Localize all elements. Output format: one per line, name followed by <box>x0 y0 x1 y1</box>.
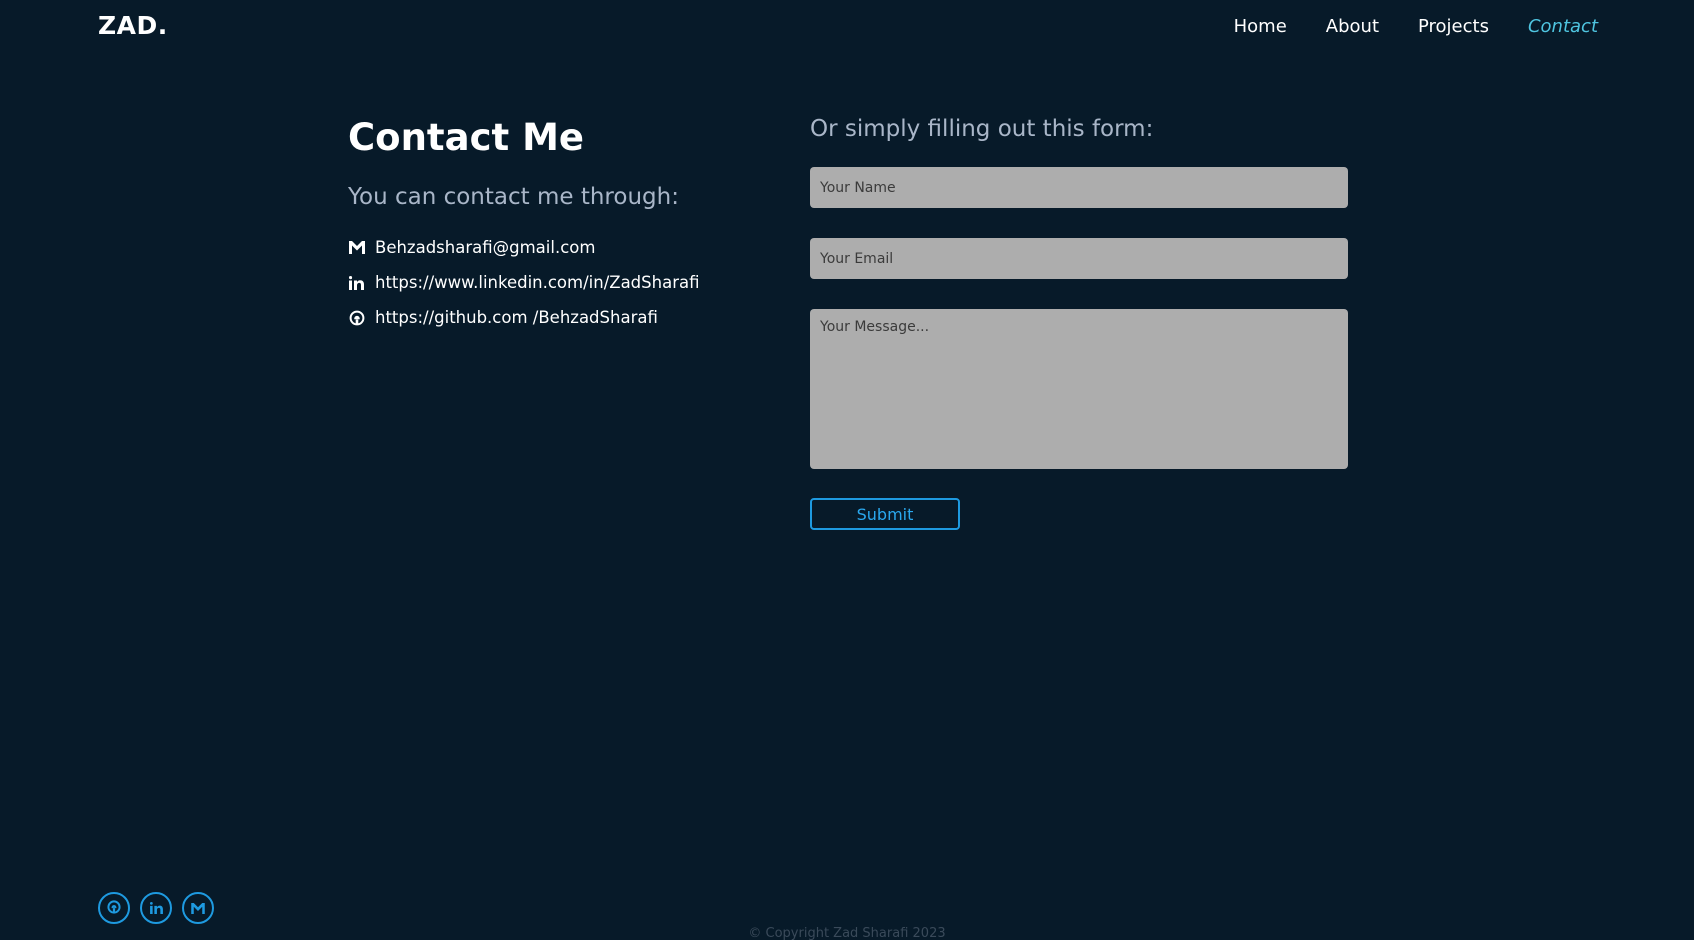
page-title: Contact Me <box>348 116 584 159</box>
copyright: © Copyright Zad Sharafi 2023 <box>748 926 946 940</box>
nav-projects[interactable]: Projects <box>1418 16 1489 37</box>
gmail-icon <box>191 899 205 918</box>
message-textarea[interactable] <box>810 309 1348 469</box>
nav-about[interactable]: About <box>1326 16 1379 37</box>
github-icon <box>348 309 365 326</box>
linkedin-icon <box>348 274 365 291</box>
nav-contact[interactable]: Contact <box>1528 16 1598 37</box>
main-nav: Home About Projects Contact <box>1234 16 1598 37</box>
contact-item-email: Behzadsharafi@gmail.com <box>348 230 699 265</box>
submit-button[interactable]: Submit <box>810 498 960 530</box>
contact-list: Behzadsharafi@gmail.com https://www.link… <box>348 230 699 335</box>
gmail-icon <box>348 239 365 256</box>
contact-item-linkedin: https://www.linkedin.com/in/ZadSharafi <box>348 265 699 300</box>
page: ZAD. Home About Projects Contact Contact… <box>0 0 1694 940</box>
contact-subtitle: You can contact me through: <box>348 184 679 210</box>
footer-linkedin-link[interactable] <box>140 892 172 924</box>
contact-email-link[interactable]: Behzadsharafi@gmail.com <box>375 238 595 257</box>
linkedin-icon <box>149 899 163 918</box>
contact-github-link[interactable]: https://github.com /BehzadSharafi <box>375 308 658 327</box>
github-icon <box>107 899 121 918</box>
footer-github-link[interactable] <box>98 892 130 924</box>
form-heading: Or simply filling out this form: <box>810 116 1154 142</box>
footer-gmail-link[interactable] <box>182 892 214 924</box>
nav-home[interactable]: Home <box>1234 16 1287 37</box>
name-input[interactable] <box>810 167 1348 208</box>
email-input[interactable] <box>810 238 1348 279</box>
footer-socials <box>98 892 214 924</box>
contact-item-github: https://github.com /BehzadSharafi <box>348 300 699 335</box>
contact-linkedin-link[interactable]: https://www.linkedin.com/in/ZadSharafi <box>375 273 699 292</box>
logo[interactable]: ZAD. <box>98 11 168 40</box>
